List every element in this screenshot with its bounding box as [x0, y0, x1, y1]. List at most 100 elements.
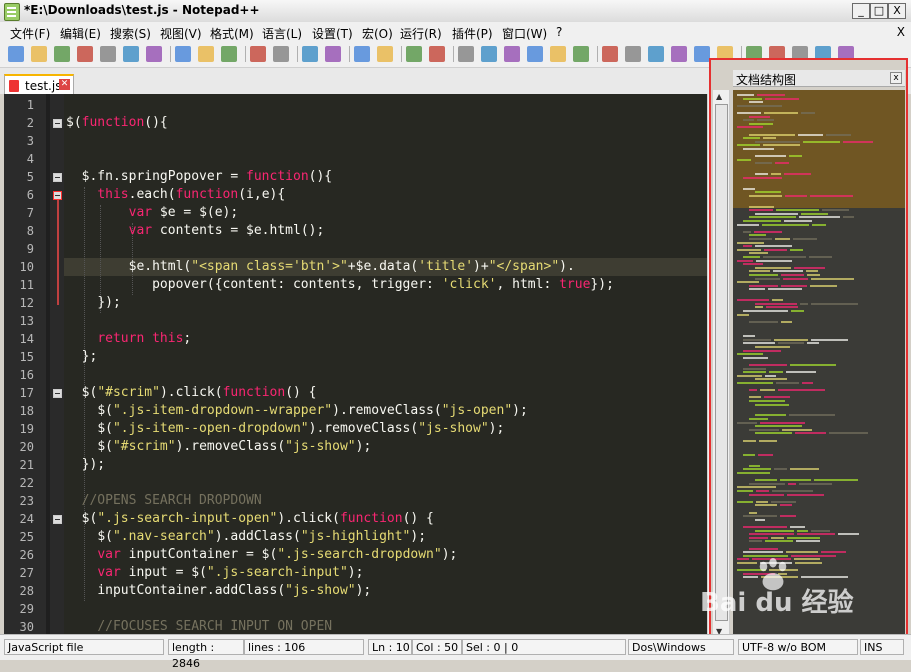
fold-toggle-icon[interactable]	[53, 515, 62, 524]
menu-help[interactable]: ?	[556, 25, 562, 39]
minimap-code-stroke	[737, 490, 753, 492]
sync-h-icon[interactable]	[429, 46, 445, 62]
minimap-code-stroke	[737, 144, 760, 147]
indent-guide-icon[interactable]	[504, 46, 520, 62]
fold-toggle-icon[interactable]	[53, 389, 62, 398]
minimap-code-stroke	[755, 432, 792, 435]
open-file-icon[interactable]	[31, 46, 47, 62]
code-line[interactable]: $(".js-item-dropdown--wrapper").removeCl…	[66, 403, 528, 418]
zoom-in-icon[interactable]	[354, 46, 370, 62]
menu-run[interactable]: 运行(R)	[400, 25, 442, 42]
cut-icon[interactable]	[175, 46, 191, 62]
minimize-button[interactable]: _	[852, 3, 870, 19]
line-number: 12	[19, 296, 34, 310]
save-macro-icon[interactable]	[694, 46, 710, 62]
record-macro-icon[interactable]	[602, 46, 618, 62]
code-line[interactable]: var inputContainer = $(".js-search-dropd…	[66, 547, 457, 562]
code-line[interactable]: };	[66, 349, 98, 364]
minimap-code-stroke	[772, 299, 783, 302]
replace-icon[interactable]	[325, 46, 341, 62]
menu-window[interactable]: 窗口(W)	[502, 25, 547, 42]
line-number: 25	[19, 530, 34, 544]
code-line[interactable]: var contents = $e.html();	[66, 223, 325, 238]
code-line[interactable]: });	[66, 295, 120, 310]
minimap-code-stroke	[811, 302, 858, 305]
minimap-code-stroke	[838, 533, 859, 536]
close-icon[interactable]	[100, 46, 116, 62]
copy-icon[interactable]	[198, 46, 214, 62]
code-line[interactable]: $(".js-item--open-dropdown").removeClass…	[66, 421, 504, 436]
save-all-icon[interactable]	[77, 46, 93, 62]
menu-language[interactable]: 语言(L)	[262, 25, 302, 42]
menu-format[interactable]: 格式(M)	[210, 25, 254, 42]
function-list-icon[interactable]	[550, 46, 566, 62]
code-line[interactable]: $e.html("<span class='btn'>"+$e.data('ti…	[66, 259, 575, 274]
code-line[interactable]: $("#scrim").click(function() {	[66, 385, 317, 400]
play-macro-icon[interactable]	[648, 46, 664, 62]
fold-toggle-icon[interactable]	[53, 173, 62, 182]
close-window-button[interactable]: X	[888, 3, 906, 19]
minimap-code-stroke	[749, 418, 768, 420]
save-icon[interactable]	[54, 46, 70, 62]
code-line[interactable]: this.each(function(i,e){	[66, 187, 285, 202]
fold-toggle-icon[interactable]	[53, 191, 62, 200]
fold-toggle-icon[interactable]	[53, 119, 62, 128]
code-line[interactable]: });	[66, 457, 105, 472]
code-line[interactable]: $(".nav-search").addClass("js-highlight"…	[66, 529, 426, 544]
menu-macro[interactable]: 宏(O)	[362, 25, 393, 42]
code-line[interactable]: $(function(){	[66, 115, 168, 130]
close-document-button[interactable]: X	[897, 25, 905, 39]
minimap-code-stroke	[778, 342, 804, 345]
print-icon[interactable]	[146, 46, 162, 62]
wrap-icon[interactable]	[458, 46, 474, 62]
maximize-button[interactable]: □	[870, 3, 888, 19]
folder-icon[interactable]	[573, 46, 589, 62]
code-line[interactable]: $(".js-search-input-open").click(functio…	[66, 511, 434, 526]
zoom-out-icon[interactable]	[377, 46, 393, 62]
code-line[interactable]: var input = $(".js-search-input");	[66, 565, 363, 580]
document-map-panel: 文档结构图 x ▲ ▼	[709, 58, 908, 643]
paste-icon[interactable]	[221, 46, 237, 62]
line-number: 13	[19, 314, 34, 328]
toolbar-separator	[349, 46, 350, 62]
tab-close-icon[interactable]: ✕	[59, 79, 70, 90]
undo-icon[interactable]	[250, 46, 266, 62]
tab-test-js[interactable]: test.js ✕	[4, 74, 74, 96]
minimap-code-stroke	[743, 371, 766, 374]
code-line[interactable]: return this;	[66, 331, 191, 346]
code-line[interactable]: inputContainer.addClass("js-show");	[66, 583, 371, 598]
document-map-close-button[interactable]: x	[890, 72, 902, 84]
find-icon[interactable]	[302, 46, 318, 62]
all-chars-icon[interactable]	[481, 46, 497, 62]
new-file-icon[interactable]	[8, 46, 24, 62]
minimap-code-stroke	[760, 389, 775, 392]
menu-view[interactable]: 视图(V)	[160, 25, 202, 42]
document-map-scroll-thumb[interactable]	[715, 104, 728, 621]
minimap-code-stroke	[786, 551, 818, 554]
menu-plugins[interactable]: 插件(P)	[452, 25, 493, 42]
run-macro-icon[interactable]	[671, 46, 687, 62]
sync-v-icon[interactable]	[406, 46, 422, 62]
minimap-code-stroke	[743, 97, 762, 100]
code-line[interactable]: //OPENS SEARCH DROPDOWN	[66, 493, 262, 508]
minimap-code-stroke	[812, 223, 826, 226]
code-line[interactable]: $.fn.springPopover = function(){	[66, 169, 332, 184]
code-line[interactable]: $("#scrim").removeClass("js-show");	[66, 439, 371, 454]
code-line[interactable]: popover({content: contents, trigger: 'cl…	[66, 277, 614, 292]
menu-edit[interactable]: 编辑(E)	[60, 25, 101, 42]
menu-settings[interactable]: 设置(T)	[312, 25, 353, 42]
code-editor[interactable]: 1 2 $(function(){3 4 5 $.fn.springPopover = …	[4, 94, 707, 634]
redo-icon[interactable]	[273, 46, 289, 62]
menu-search[interactable]: 搜索(S)	[110, 25, 151, 42]
document-map-scrollbar[interactable]: ▲ ▼	[713, 90, 730, 640]
doc-map-icon[interactable]	[527, 46, 543, 62]
code-line[interactable]: //FOCUSES SEARCH INPUT ON OPEN	[66, 619, 332, 634]
stop-macro-icon[interactable]	[625, 46, 641, 62]
minimap-code-stroke	[749, 482, 785, 485]
line-number: 9	[26, 242, 34, 256]
menu-file[interactable]: 文件(F)	[10, 25, 50, 42]
minimap-code-stroke	[743, 349, 781, 352]
code-line[interactable]: var $e = $(e);	[66, 205, 239, 220]
close-all-icon[interactable]	[123, 46, 139, 62]
docmap-scroll-up-icon[interactable]: ▲	[716, 92, 722, 101]
